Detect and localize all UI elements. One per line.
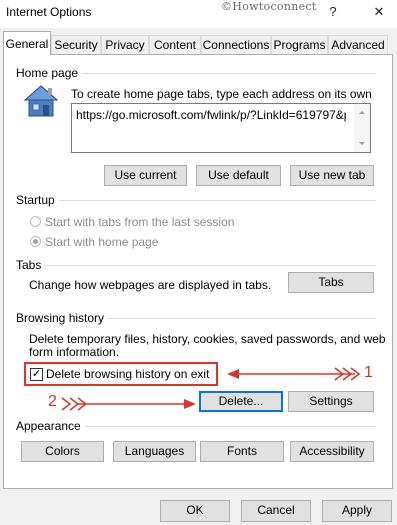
startup-option-last-session: Start with tabs from the last session bbox=[45, 215, 235, 229]
delete-on-exit-label: Delete browsing history on exit bbox=[46, 367, 210, 381]
tab-programs[interactable]: Programs bbox=[271, 35, 328, 54]
watermark: ©Howtoconnect bbox=[221, 0, 317, 13]
accessibility-button[interactable]: Accessibility bbox=[290, 441, 374, 462]
languages-button[interactable]: Languages bbox=[113, 441, 196, 462]
startup-radio-home-page[interactable] bbox=[30, 236, 41, 247]
tab-advanced[interactable]: Advanced bbox=[328, 35, 388, 54]
tab-privacy[interactable]: Privacy bbox=[101, 35, 149, 54]
arrow-1-icon bbox=[225, 364, 361, 384]
delete-on-exit-checkbox[interactable]: ✓ bbox=[30, 368, 43, 381]
delete-button[interactable]: Delete... bbox=[199, 391, 283, 412]
window-title: Internet Options bbox=[6, 5, 92, 19]
home-icon bbox=[23, 83, 59, 119]
browsing-history-description-line2: form information. bbox=[29, 345, 120, 359]
home-page-url: https://go.microsoft.com/fwlink/p/?LinkI… bbox=[76, 108, 346, 122]
group-divider bbox=[16, 200, 376, 201]
history-settings-button[interactable]: Settings bbox=[288, 391, 374, 412]
tab-content[interactable]: Content bbox=[149, 35, 201, 54]
use-default-button[interactable]: Use default bbox=[196, 165, 281, 186]
arrow-2-icon bbox=[60, 394, 198, 414]
annotation-2-label: 2 bbox=[48, 393, 57, 410]
tabs-heading: Tabs bbox=[16, 258, 46, 272]
url-scrollbar[interactable] bbox=[354, 104, 370, 152]
browsing-history-heading: Browsing history bbox=[16, 311, 109, 325]
startup-option-home-page: Start with home page bbox=[45, 235, 159, 249]
tab-security[interactable]: Security bbox=[51, 35, 101, 54]
annotation-1-label: 1 bbox=[364, 364, 373, 381]
tab-general[interactable]: General bbox=[3, 31, 51, 55]
close-button[interactable]: ✕ bbox=[369, 2, 389, 22]
tabs-description: Change how webpages are displayed in tab… bbox=[29, 278, 272, 292]
colors-button[interactable]: Colors bbox=[21, 441, 104, 462]
ok-button[interactable]: OK bbox=[160, 500, 230, 522]
appearance-heading: Appearance bbox=[16, 419, 85, 433]
radio-selected-dot bbox=[33, 239, 38, 244]
startup-heading: Startup bbox=[16, 193, 59, 207]
tab-connections[interactable]: Connections bbox=[201, 35, 271, 54]
browsing-history-description-line1: Delete temporary files, history, cookies… bbox=[29, 332, 386, 346]
help-button[interactable]: ? bbox=[323, 2, 343, 22]
home-page-heading: Home page bbox=[16, 66, 83, 80]
tabs-settings-button[interactable]: Tabs bbox=[288, 272, 374, 293]
startup-radio-last-session[interactable] bbox=[30, 216, 41, 227]
group-divider bbox=[16, 265, 376, 266]
home-page-url-field[interactable]: https://go.microsoft.com/fwlink/p/?LinkI… bbox=[71, 103, 371, 153]
apply-button[interactable]: Apply bbox=[322, 500, 392, 522]
cancel-button[interactable]: Cancel bbox=[241, 500, 311, 522]
fonts-button[interactable]: Fonts bbox=[200, 441, 284, 462]
use-new-tab-button[interactable]: Use new tab bbox=[290, 165, 374, 186]
use-current-button[interactable]: Use current bbox=[104, 165, 187, 186]
